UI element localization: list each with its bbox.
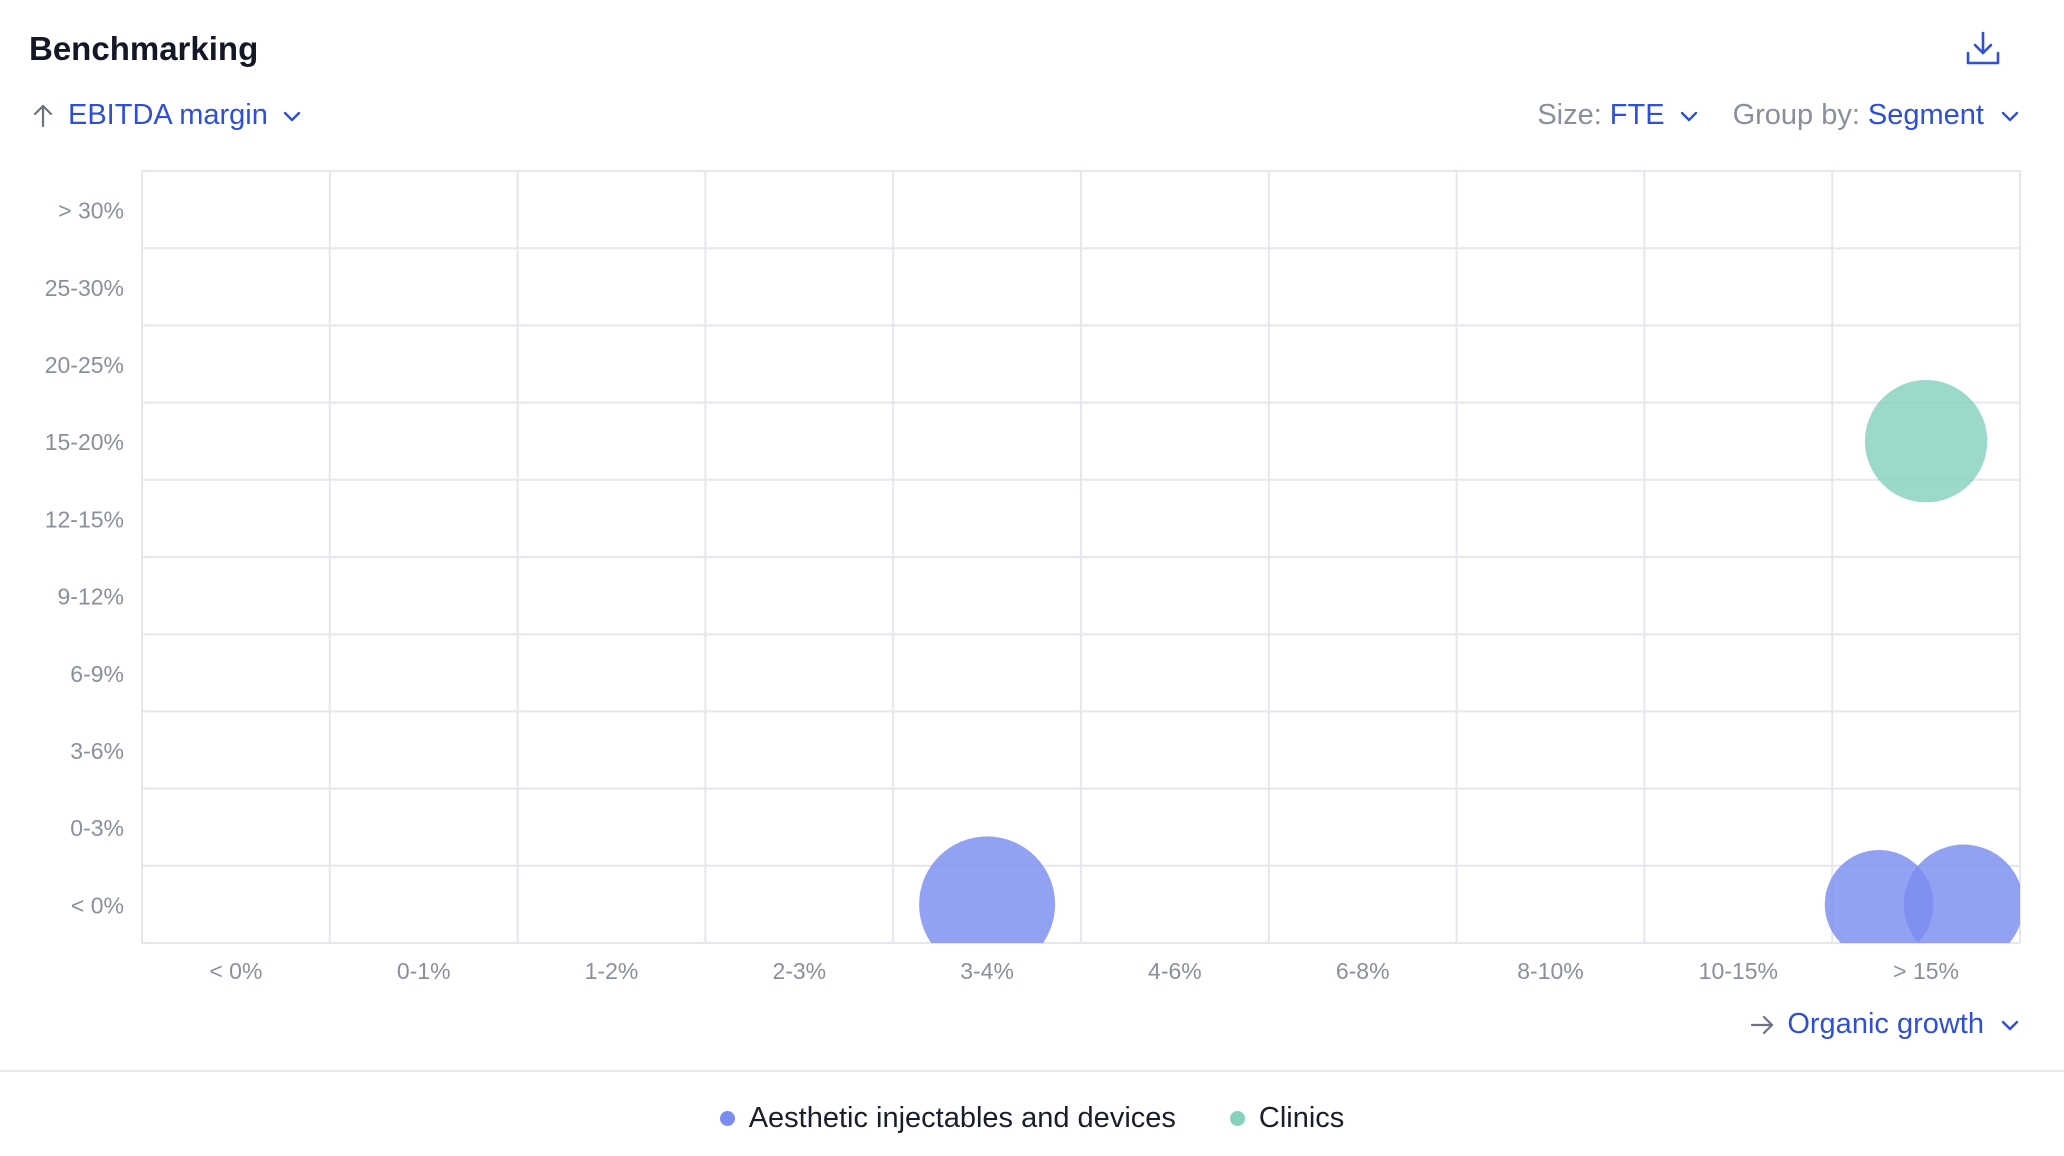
y-axis-ticks: < 0% 0-3% 3-6% 6-9% 9-12% 12-15% 15-20% 20-25% 2… bbox=[45, 198, 124, 919]
arrow-right-icon bbox=[1749, 1012, 1775, 1038]
x-metric-label: Organic growth bbox=[1787, 1008, 1984, 1040]
y-tick-label: 15-20% bbox=[45, 429, 124, 455]
x-tick-label: 10-15% bbox=[1699, 958, 1778, 984]
legend-item-clinics[interactable]: Clinics bbox=[1229, 1102, 1345, 1135]
y-tick-label: 20-25% bbox=[45, 352, 124, 378]
x-metric-dropdown[interactable]: Organic growth bbox=[1749, 1008, 2020, 1041]
x-tick-label: < 0% bbox=[209, 958, 262, 984]
legend-label: Aesthetic injectables and devices bbox=[748, 1102, 1176, 1134]
bubble-aesthetic-injectables[interactable] bbox=[1903, 844, 2024, 965]
y-tick-label: < 0% bbox=[71, 892, 124, 918]
legend-label: Clinics bbox=[1258, 1102, 1345, 1134]
y-tick-label: > 30% bbox=[58, 198, 124, 224]
y-tick-label: 6-9% bbox=[70, 661, 124, 687]
y-tick-label: 25-30% bbox=[45, 275, 124, 301]
x-axis-ticks: < 0% 0-1% 1-2% 2-3% 3-4% 4-6% 6-8% 8-10% 10-15% >… bbox=[209, 958, 1959, 984]
x-tick-label: 8-10% bbox=[1517, 958, 1583, 984]
chart-grid bbox=[141, 170, 2021, 944]
x-tick-label: 0-1% bbox=[397, 958, 451, 984]
bubble-chart: < 0% 0-3% 3-6% 6-9% 9-12% 12-15% 15-20% 20-25% 2… bbox=[45, 170, 2024, 984]
x-tick-label: 2-3% bbox=[772, 958, 826, 984]
chart-legend: Aesthetic injectables and devices Clinic… bbox=[0, 1102, 2064, 1135]
x-tick-label: 3-4% bbox=[960, 958, 1014, 984]
divider bbox=[0, 1070, 2064, 1072]
x-tick-label: 1-2% bbox=[585, 958, 639, 984]
y-tick-label: 3-6% bbox=[70, 738, 124, 764]
y-tick-label: 0-3% bbox=[70, 815, 124, 841]
bubble-clinics[interactable] bbox=[1864, 380, 1988, 503]
bubble-aesthetic-injectables[interactable] bbox=[919, 836, 1056, 972]
x-tick-label: > 15% bbox=[1893, 958, 1959, 984]
chevron-down-icon bbox=[2000, 1018, 2020, 1032]
x-tick-label: 6-8% bbox=[1336, 958, 1390, 984]
y-tick-label: 12-15% bbox=[45, 506, 124, 532]
legend-dot-icon bbox=[719, 1111, 735, 1126]
y-tick-label: 9-12% bbox=[58, 584, 124, 610]
x-tick-label: 4-6% bbox=[1148, 958, 1202, 984]
legend-item-aesthetic[interactable]: Aesthetic injectables and devices bbox=[719, 1102, 1176, 1135]
legend-dot-icon bbox=[1229, 1111, 1245, 1126]
chart-bubbles bbox=[919, 380, 2024, 972]
